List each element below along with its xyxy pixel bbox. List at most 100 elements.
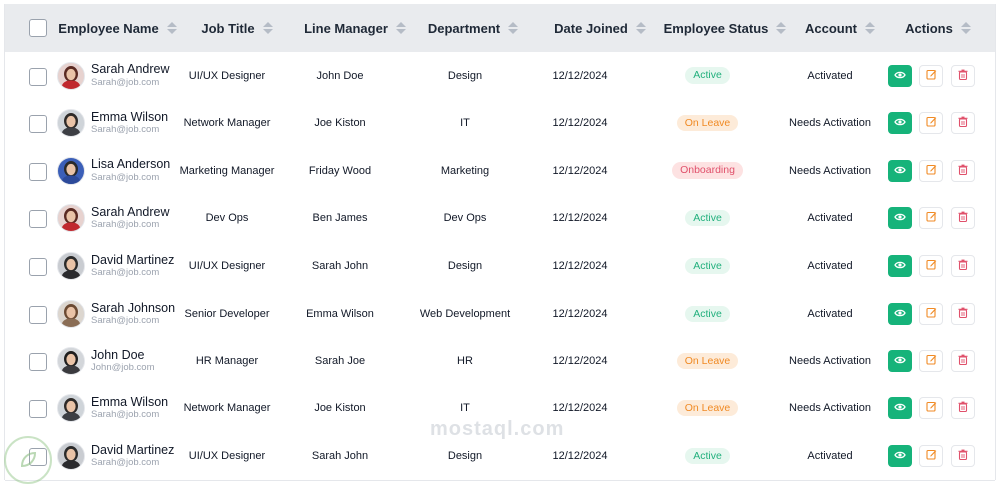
sort-icon[interactable] (508, 22, 519, 34)
employee-name-cell[interactable]: David Martinez Sarah@job.com (57, 242, 187, 290)
row-checkbox[interactable] (29, 400, 47, 418)
row-checkbox[interactable] (29, 353, 47, 371)
select-all-checkbox[interactable] (29, 19, 47, 37)
line-manager-cell: Joe Kiston (314, 117, 366, 129)
sort-icon[interactable] (865, 22, 875, 34)
employee-name-cell[interactable]: Emma Wilson Sarah@job.com (57, 99, 187, 147)
job-title-cell: UI/UX Designer (188, 69, 266, 82)
delete-button[interactable] (951, 303, 975, 325)
status-badge: Active (685, 67, 730, 84)
column-label: Actions (905, 20, 953, 36)
avatar (57, 300, 85, 328)
delete-button[interactable] (951, 255, 975, 277)
delete-button[interactable] (951, 160, 975, 182)
date-joined-cell: 12/12/2024 (552, 260, 608, 272)
column-header-account[interactable]: Account (795, 4, 885, 52)
department-cell: Design (447, 69, 483, 82)
edit-button[interactable] (919, 303, 943, 325)
column-header-department[interactable]: Department (417, 4, 529, 52)
row-checkbox[interactable] (29, 210, 47, 228)
account-cell: Needs Activation (789, 355, 871, 367)
job-title-cell: Senior Developer (184, 308, 270, 320)
column-header-line-manager[interactable]: Line Manager (295, 4, 415, 52)
employee-name: David Martinez (91, 442, 175, 457)
employee-name-cell[interactable]: Sarah Andrew Sarah@job.com (57, 194, 187, 242)
view-button[interactable] (888, 207, 912, 229)
delete-button[interactable] (951, 445, 975, 467)
row-checkbox[interactable] (29, 258, 47, 276)
status-badge: Active (685, 257, 730, 275)
watermark-logo-icon (4, 436, 52, 484)
account-cell: Activated (807, 212, 853, 224)
delete-button[interactable] (951, 65, 975, 87)
employee-name-cell[interactable]: Emma Wilson Sarah@job.com (57, 384, 187, 432)
sort-icon[interactable] (395, 22, 406, 34)
account-cell: Activated (807, 69, 853, 82)
edit-icon (925, 447, 937, 465)
date-joined-cell: 12/12/2024 (552, 355, 608, 367)
view-button[interactable] (888, 397, 912, 419)
delete-button[interactable] (951, 112, 975, 134)
column-header-employee-name[interactable]: Employee Name (55, 4, 180, 52)
status-cell: Active (645, 290, 770, 338)
status-cell: Active (645, 52, 770, 99)
line-manager-cell: Friday Wood (308, 164, 372, 177)
row-checkbox[interactable] (29, 115, 47, 133)
edit-button[interactable] (919, 255, 943, 277)
view-button[interactable] (888, 112, 912, 134)
edit-button[interactable] (919, 397, 943, 419)
sort-icon[interactable] (635, 22, 646, 34)
sort-icon[interactable] (776, 22, 787, 34)
edit-icon (925, 352, 937, 370)
employee-name: Lisa Anderson (91, 157, 171, 172)
trash-icon (958, 67, 968, 85)
view-button[interactable] (888, 65, 912, 87)
column-header-actions[interactable]: Actions (893, 4, 983, 52)
sort-icon[interactable] (262, 22, 273, 34)
view-button[interactable] (888, 160, 912, 182)
employee-email: John@job.com (91, 362, 155, 374)
table-header: Employee Name Job Title Line Manager Dep… (5, 4, 995, 53)
column-header-date-joined[interactable]: Date Joined (545, 4, 655, 52)
view-button[interactable] (888, 255, 912, 277)
edit-icon (925, 257, 937, 275)
status-cell: Active (645, 432, 770, 480)
employee-name-cell[interactable]: Lisa Anderson Sarah@job.com (57, 147, 187, 194)
row-checkbox[interactable] (29, 306, 47, 324)
sort-icon[interactable] (960, 22, 971, 34)
account-cell: Needs Activation (789, 164, 871, 177)
status-badge: On Leave (676, 399, 739, 417)
edit-button[interactable] (919, 445, 943, 467)
column-header-job-title[interactable]: Job Title (187, 4, 287, 52)
view-button[interactable] (888, 303, 912, 325)
employee-name-cell[interactable]: David Martinez Sarah@job.com (57, 432, 187, 480)
row-checkbox[interactable] (29, 68, 47, 86)
employee-name-cell[interactable]: John Doe John@job.com (57, 338, 187, 384)
account-cell: Needs Activation (789, 117, 871, 129)
column-header-employee-status[interactable]: Employee Status (660, 4, 790, 52)
department-cell: IT (460, 117, 470, 129)
table-row: David Martinez Sarah@job.com UI/UX Designe… (5, 242, 995, 291)
employee-name-cell[interactable]: Sarah Andrew Sarah@job.com (57, 52, 187, 99)
employee-name-cell[interactable]: Sarah Johnson Sarah@job.com (57, 290, 187, 338)
job-title-cell: HR Manager (195, 355, 259, 367)
column-label: Job Title (201, 20, 255, 36)
delete-button[interactable] (951, 350, 975, 372)
trash-icon (958, 399, 968, 417)
delete-button[interactable] (951, 397, 975, 419)
edit-button[interactable] (919, 160, 943, 182)
employee-email: Sarah@job.com (91, 315, 160, 327)
view-button[interactable] (888, 350, 912, 372)
view-button[interactable] (888, 445, 912, 467)
edit-button[interactable] (919, 207, 943, 229)
table-row: Sarah Johnson Sarah@job.com Senior Develop… (5, 290, 995, 339)
department-cell: HR (457, 355, 473, 367)
sort-icon[interactable] (166, 22, 177, 34)
row-checkbox[interactable] (29, 163, 47, 181)
edit-button[interactable] (919, 350, 943, 372)
avatar (57, 442, 85, 470)
edit-button[interactable] (919, 112, 943, 134)
delete-button[interactable] (951, 207, 975, 229)
date-joined-cell: 12/12/2024 (552, 117, 608, 129)
edit-button[interactable] (919, 65, 943, 87)
